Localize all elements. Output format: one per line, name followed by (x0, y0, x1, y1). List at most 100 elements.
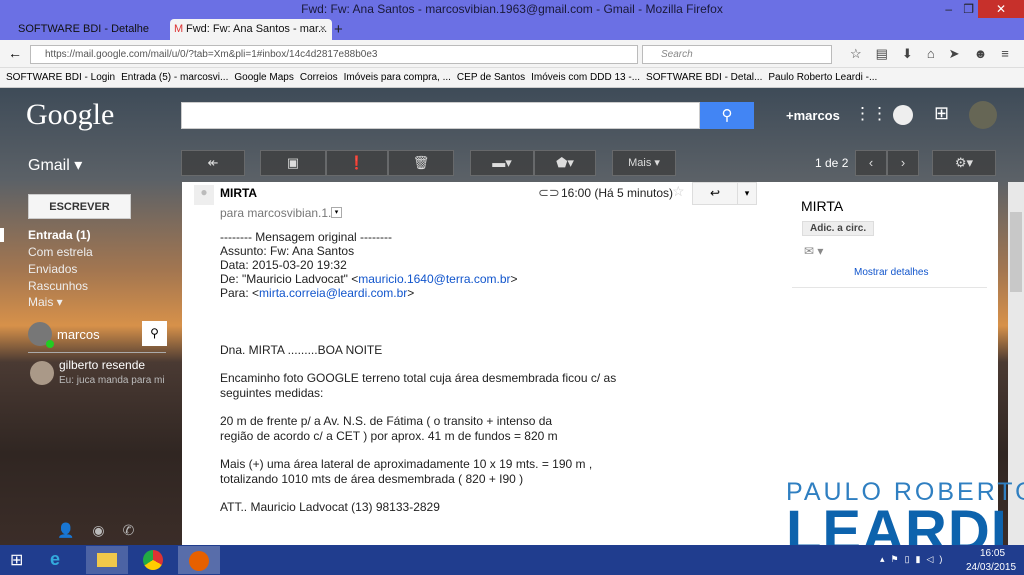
back-button[interactable]: ← (8, 45, 22, 61)
from-email-link[interactable]: mauricio.1640@terra.com.br (358, 272, 510, 286)
bookmark[interactable]: SOFTWARE BDI - Detal... (646, 72, 762, 83)
contact-avatar[interactable] (30, 361, 54, 385)
to-email-link[interactable]: mirta.correia@leardi.com.br (259, 286, 407, 300)
chat-snippet: Eu: juca manda para mi (59, 375, 167, 386)
from-prefix: De: "Mauricio Ladvocat" < (220, 272, 358, 286)
settings-button[interactable]: ⚙▾ (932, 150, 996, 176)
email-icon[interactable]: ✉ ▾ (804, 244, 823, 258)
user-link[interactable]: +marcos (786, 108, 840, 123)
body-line: ATT.. Mauricio Ladvocat (13) 98133-2829 (220, 500, 440, 514)
body-line: seguintes medidas: (220, 386, 323, 400)
newer-button[interactable]: ‹ (855, 150, 887, 176)
contact-name: MIRTA (801, 198, 843, 214)
folder-more[interactable]: Mais ▾ (28, 295, 63, 309)
share-icon[interactable]: ⊞ (934, 103, 949, 124)
archive-button[interactable]: ▣ (260, 150, 326, 176)
maximize-button[interactable]: ❐ (963, 0, 974, 18)
folder-drafts[interactable]: Rascunhos (28, 279, 88, 293)
forward-header: -------- Mensagem original -------- (220, 230, 392, 244)
close-tab-icon[interactable]: × (320, 19, 326, 40)
tab-strip: SOFTWARE BDI - Detalhe Cliente× MFwd: Fw… (0, 18, 1024, 40)
online-status-icon (46, 340, 54, 348)
tab-software-bdi[interactable]: SOFTWARE BDI - Detalhe Cliente× (2, 19, 168, 40)
bracket: > (511, 272, 518, 286)
new-tab-button[interactable]: + (334, 19, 343, 40)
search-button[interactable]: ⚲ (700, 102, 754, 129)
bookmark[interactable]: Paulo Roberto Leardi -... (768, 72, 877, 83)
bookmark[interactable]: Imóveis com DDD 13 -... (531, 72, 640, 83)
attachment-icon: ⊂⊃ (538, 185, 560, 201)
close-window-button[interactable]: ✕ (978, 0, 1024, 18)
chat-contact-name[interactable]: gilberto resende (59, 358, 145, 372)
url-bar[interactable]: https://mail.google.com/mail/u/0/?tab=Xm… (30, 45, 638, 64)
body-line: Mais (+) uma área lateral de aproximadam… (220, 457, 592, 471)
firefox-icon[interactable] (178, 546, 220, 574)
mail-search-input[interactable] (181, 102, 700, 129)
tab-gmail[interactable]: MFwd: Fw: Ana Santos - mar...× (170, 19, 332, 40)
clock-date[interactable]: 24/03/2015 (966, 562, 1016, 573)
browser-search-input[interactable]: Search (642, 45, 832, 64)
tab-label: Fwd: Fw: Ana Santos - mar... (186, 23, 327, 35)
body-line: 20 m de frente p/ a Av. N.S. de Fátima (… (220, 414, 552, 428)
older-button[interactable]: › (887, 150, 919, 176)
chrome-icon[interactable] (143, 550, 163, 570)
chat-footer-icons[interactable]: 👤◉✆ (57, 522, 152, 539)
folder-sent[interactable]: Enviados (28, 262, 77, 276)
divider (28, 352, 166, 353)
message-time: 16:00 (Há 5 minutos) (561, 186, 673, 200)
body-line: totalizando 1010 mts de área desmembrada… (220, 472, 523, 486)
star-icon[interactable]: ☆ (672, 183, 685, 200)
more-button[interactable]: Mais ▾ (612, 150, 676, 176)
google-logo[interactable]: Google (26, 98, 114, 132)
show-details-link[interactable]: Mostrar detalhes (854, 267, 928, 278)
chat-search-button[interactable]: ⚲ (142, 321, 167, 346)
bookmark[interactable]: Entrada (5) - marcosvi... (121, 72, 228, 83)
sender-avatar-icon: ● (194, 185, 214, 205)
pager: 1 de 2 (815, 156, 848, 170)
add-to-circles-button[interactable]: Adic. a circ. (802, 221, 874, 236)
body-line: região de acordo c/ a CET ) por aprox. 4… (220, 429, 558, 443)
forward-to: Para: <mirta.correia@leardi.com.br> (220, 286, 414, 300)
delete-button[interactable]: 🗑 (388, 150, 454, 176)
folder-inbox[interactable]: Entrada (1) (28, 228, 91, 242)
show-details-icon[interactable]: ▾ (331, 207, 342, 218)
chat-user-name[interactable]: marcos (57, 327, 100, 342)
toolbar-icons[interactable]: ☆▤⬇⌂➤☻≡ (850, 46, 1023, 62)
ie-icon[interactable]: e (50, 549, 60, 570)
more-actions-button[interactable]: ▾ (737, 182, 757, 205)
avatar[interactable] (969, 101, 997, 129)
clock-time[interactable]: 16:05 (980, 548, 1005, 559)
body-line: Dna. MIRTA .........BOA NOITE (220, 343, 382, 357)
compose-button[interactable]: ESCREVER (28, 194, 131, 219)
forward-subject: Assunto: Fw: Ana Santos (220, 244, 354, 258)
window-title-bar: Fwd: Fw: Ana Santos - marcosvibian.1963@… (0, 0, 1024, 18)
tray-icons[interactable]: ▴⚑▯▮◁) (880, 554, 948, 565)
bookmark[interactable]: SOFTWARE BDI - Login (6, 72, 115, 83)
selected-indicator (0, 228, 4, 242)
spam-button[interactable]: ❗ (326, 150, 388, 176)
bookmark[interactable]: Google Maps (234, 72, 293, 83)
taskbar: ⊞ e ▴⚑▯▮◁) 16:05 24/03/2015 (0, 545, 1024, 575)
start-icon[interactable]: ⊞ (10, 550, 23, 570)
bookmark[interactable]: Imóveis para compra, ... (344, 72, 451, 83)
sender-name[interactable]: MIRTA (220, 186, 257, 200)
bookmark[interactable]: Correios (300, 72, 338, 83)
folder-starred[interactable]: Com estrela (28, 245, 93, 259)
to-prefix: Para: < (220, 286, 259, 300)
move-to-button[interactable]: ▬▾ (470, 150, 534, 176)
apps-icon[interactable]: ⋮⋮ (854, 104, 888, 124)
body-line: Encaminho foto GOOGLE terreno total cuja… (220, 371, 616, 385)
bookmarks-bar: SOFTWARE BDI - Login Entrada (5) - marcos… (0, 68, 1024, 88)
gmail-favicon-icon: M (174, 19, 183, 40)
gmail-label[interactable]: Gmail ▾ (28, 155, 82, 175)
window-title: Fwd: Fw: Ana Santos - marcosvibian.1963@… (301, 2, 723, 16)
notifications-icon[interactable] (893, 105, 913, 125)
scrollbar-thumb[interactable] (1010, 212, 1022, 292)
bracket: > (407, 286, 414, 300)
labels-button[interactable]: ⬟▾ (534, 150, 596, 176)
explorer-icon[interactable] (86, 546, 128, 574)
reply-button[interactable]: ↩ (692, 182, 738, 205)
back-to-inbox-button[interactable]: ↞ (181, 150, 245, 176)
bookmark[interactable]: CEP de Santos (457, 72, 525, 83)
minimize-button[interactable]: – (945, 0, 952, 18)
